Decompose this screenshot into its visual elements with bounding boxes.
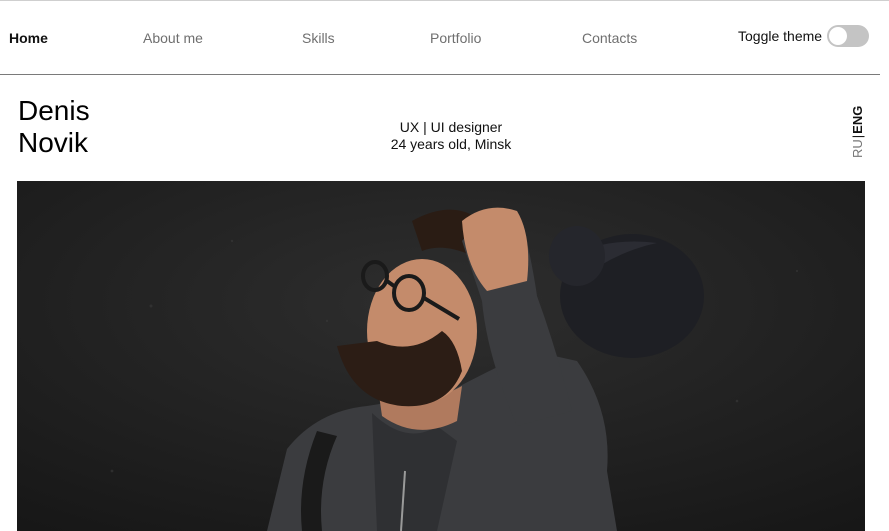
theme-toggle-knob: [829, 27, 848, 45]
last-name: Novik: [18, 127, 89, 158]
nav-item-home[interactable]: Home: [9, 30, 48, 46]
nav-item-skills[interactable]: Skills: [302, 30, 335, 46]
lang-eng-button[interactable]: ENG: [850, 106, 865, 134]
main-nav: Home About me Skills Portfolio Contacts …: [0, 3, 880, 75]
language-switcher: RU|ENG: [850, 98, 865, 158]
profile-subtitle: UX | UI designer 24 years old, Minsk: [351, 119, 551, 153]
page-title: Denis Novik: [18, 95, 90, 159]
theme-toggle[interactable]: Toggle theme: [738, 25, 870, 47]
hero-photo: [17, 181, 865, 531]
theme-toggle-label: Toggle theme: [738, 28, 823, 44]
theme-toggle-switch[interactable]: [827, 25, 870, 47]
info-text: 24 years old, Minsk: [390, 136, 512, 152]
lang-separator: |: [850, 134, 865, 139]
role-text: UX | UI designer: [399, 119, 503, 135]
nav-item-about-me[interactable]: About me: [143, 30, 203, 46]
nav-item-portfolio[interactable]: Portfolio: [430, 30, 481, 46]
lang-ru-button[interactable]: RU: [850, 139, 865, 158]
nav-item-contacts[interactable]: Contacts: [582, 30, 637, 46]
hero-portrait-illustration: [17, 181, 865, 531]
first-name: Denis: [18, 95, 90, 126]
